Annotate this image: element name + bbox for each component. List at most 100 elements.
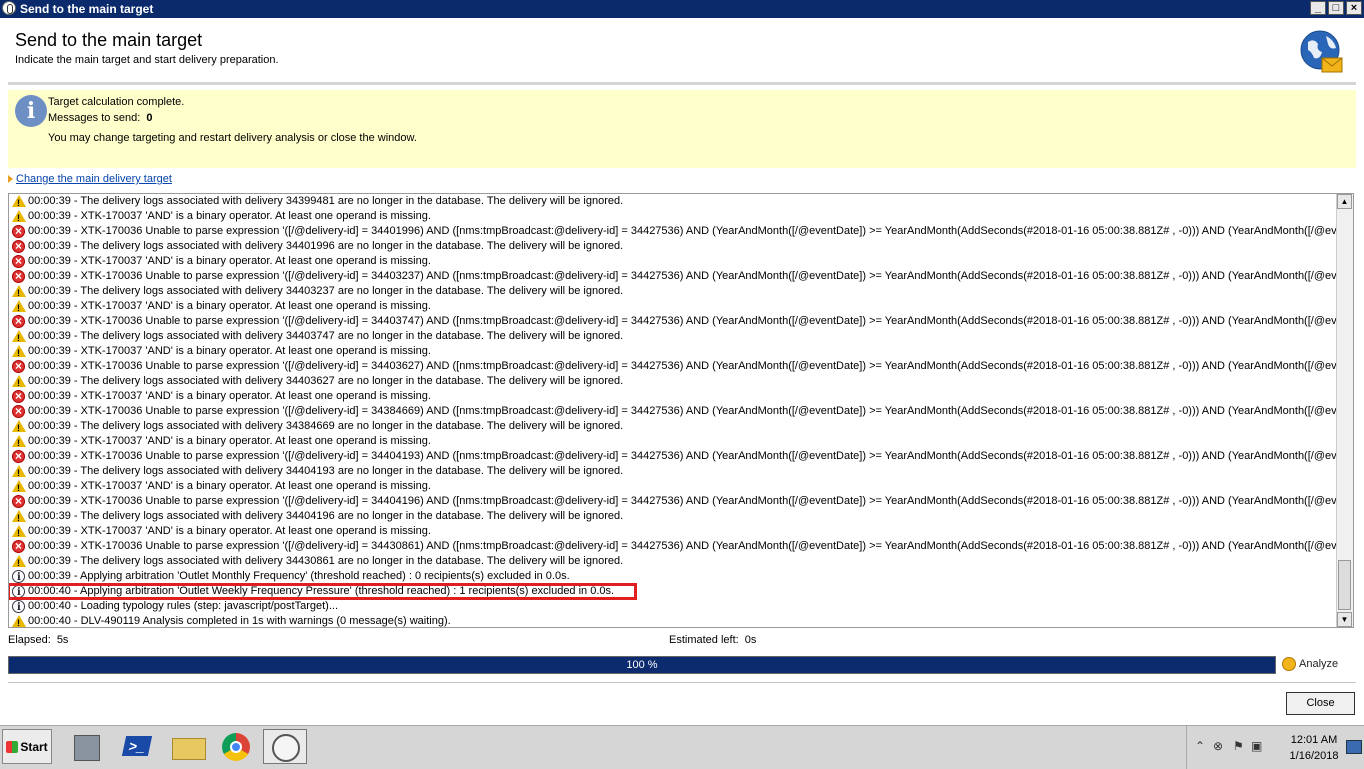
warning-icon bbox=[12, 420, 26, 436]
log-text: 00:00:39 - The delivery logs associated … bbox=[28, 420, 624, 432]
divider bbox=[8, 682, 1356, 683]
taskbar: Start >_ ⌃ ⊗ ⚑ ▣ 12:01 AM 1/16/2018 bbox=[0, 725, 1364, 769]
log-text: 00:00:39 - The delivery logs associated … bbox=[28, 240, 624, 252]
warning-icon bbox=[12, 465, 26, 481]
clock-date: 1/16/2018 bbox=[1289, 750, 1339, 762]
warning-icon bbox=[12, 330, 26, 346]
start-button[interactable]: Start bbox=[2, 729, 52, 764]
log-line: 00:00:39 - The delivery logs associated … bbox=[9, 509, 1339, 526]
gear-icon bbox=[1282, 657, 1296, 671]
warning-icon bbox=[12, 615, 26, 627]
log-scrollbar[interactable]: ▲ ▼ bbox=[1336, 194, 1353, 627]
info-icon: i bbox=[15, 95, 47, 127]
app-icon bbox=[2, 1, 16, 15]
messages-label: Messages to send: bbox=[48, 112, 141, 124]
info-hint: You may change targeting and restart del… bbox=[48, 132, 417, 144]
log-text: 00:00:39 - XTK-170037 'AND' is a binary … bbox=[28, 435, 431, 447]
info-panel: i Target calculation complete. Messages … bbox=[8, 90, 1356, 168]
network-error-icon[interactable]: ⊗ bbox=[1213, 739, 1223, 753]
server-manager-icon[interactable] bbox=[64, 729, 108, 764]
analyze-button[interactable]: Analyze bbox=[1282, 657, 1338, 671]
log-text: 00:00:39 - The delivery logs associated … bbox=[28, 375, 624, 387]
log-line: 00:00:39 - The delivery logs associated … bbox=[9, 374, 1339, 391]
warning-icon bbox=[12, 510, 26, 526]
warning-icon bbox=[12, 300, 26, 316]
elapsed-time: Elapsed: 5s bbox=[8, 634, 68, 646]
warning-icon bbox=[12, 555, 26, 571]
action-center-flag-icon[interactable]: ⚑ bbox=[1233, 739, 1244, 753]
close-window-button[interactable]: × bbox=[1346, 1, 1362, 15]
campaign-client-icon[interactable] bbox=[263, 729, 307, 764]
warning-icon bbox=[12, 195, 26, 211]
log-text: 00:00:39 - XTK-170037 'AND' is a binary … bbox=[28, 525, 431, 537]
log-text: 00:00:39 - XTK-170036 Unable to parse ex… bbox=[28, 450, 1339, 462]
log-line: 00:00:39 - Applying arbitration 'Outlet … bbox=[9, 569, 1339, 585]
log-line: 00:00:39 - The delivery logs associated … bbox=[9, 194, 1339, 211]
explorer-folder-icon[interactable] bbox=[166, 729, 210, 764]
scroll-up-button[interactable]: ▲ bbox=[1337, 194, 1352, 209]
error-icon bbox=[12, 449, 25, 464]
log-text: 00:00:39 - The delivery logs associated … bbox=[28, 195, 624, 207]
log-line: 00:00:39 - XTK-170036 Unable to parse ex… bbox=[9, 449, 1339, 464]
show-desktop-icon[interactable] bbox=[1346, 740, 1362, 754]
page-subtitle: Indicate the main target and start deliv… bbox=[15, 54, 279, 66]
log-line: 00:00:39 - The delivery logs associated … bbox=[9, 419, 1339, 436]
show-hidden-icons-icon[interactable]: ⌃ bbox=[1195, 739, 1205, 753]
error-icon bbox=[12, 224, 25, 239]
log-text: 00:00:39 - Applying arbitration 'Outlet … bbox=[28, 570, 570, 582]
dialog-header: Send to the main target Indicate the mai… bbox=[8, 26, 1356, 85]
log-text: 00:00:39 - The delivery logs associated … bbox=[28, 330, 624, 342]
warning-icon bbox=[12, 210, 26, 226]
elapsed-value: 5s bbox=[56, 634, 69, 646]
error-icon bbox=[12, 314, 25, 329]
error-icon bbox=[12, 269, 25, 284]
chrome-icon[interactable] bbox=[214, 729, 258, 764]
scroll-down-button[interactable]: ▼ bbox=[1337, 612, 1352, 627]
log-text: 00:00:39 - XTK-170037 'AND' is a binary … bbox=[28, 210, 431, 222]
messages-value: 0 bbox=[146, 112, 153, 124]
estimated-value: 0s bbox=[744, 634, 757, 646]
log-line: 00:00:39 - XTK-170036 Unable to parse ex… bbox=[9, 314, 1339, 329]
log-text: 00:00:39 - XTK-170036 Unable to parse ex… bbox=[28, 360, 1339, 372]
maximize-button[interactable]: □ bbox=[1328, 1, 1344, 15]
log-line: 00:00:39 - XTK-170037 'AND' is a binary … bbox=[9, 524, 1339, 541]
log-line: 00:00:39 - XTK-170036 Unable to parse ex… bbox=[9, 269, 1339, 284]
log-line: 00:00:39 - The delivery logs associated … bbox=[9, 464, 1339, 481]
analyze-label: Analyze bbox=[1299, 658, 1339, 670]
log-line: 00:00:39 - XTK-170037 'AND' is a binary … bbox=[9, 299, 1339, 316]
elapsed-label: Elapsed: bbox=[8, 634, 51, 646]
log-text: 00:00:39 - XTK-170037 'AND' is a binary … bbox=[28, 345, 431, 357]
change-target-link[interactable]: Change the main delivery target bbox=[16, 173, 172, 185]
log-line: 00:00:39 - The delivery logs associated … bbox=[9, 239, 1339, 254]
log-line: 00:00:39 - XTK-170037 'AND' is a binary … bbox=[9, 389, 1339, 404]
error-icon bbox=[12, 359, 25, 374]
window-controls: _ □ × bbox=[1310, 1, 1362, 15]
info-icon bbox=[12, 600, 25, 615]
log-line: 00:00:39 - XTK-170036 Unable to parse ex… bbox=[9, 404, 1339, 419]
log-line: 00:00:39 - XTK-170037 'AND' is a binary … bbox=[9, 209, 1339, 226]
highlight-box bbox=[9, 583, 637, 600]
error-icon bbox=[12, 254, 25, 269]
close-button[interactable]: Close bbox=[1286, 692, 1355, 715]
log-text: 00:00:39 - XTK-170036 Unable to parse ex… bbox=[28, 405, 1339, 417]
clock[interactable]: 12:01 AM 1/16/2018 bbox=[1286, 732, 1342, 764]
log-text: 00:00:39 - The delivery logs associated … bbox=[28, 510, 624, 522]
clock-time: 12:01 AM bbox=[1290, 734, 1338, 746]
log-text: 00:00:39 - XTK-170037 'AND' is a binary … bbox=[28, 480, 431, 492]
log-text: 00:00:39 - XTK-170037 'AND' is a binary … bbox=[28, 390, 431, 402]
log-text: 00:00:39 - The delivery logs associated … bbox=[28, 555, 624, 567]
log-panel[interactable]: 00:00:39 - The delivery logs associated … bbox=[8, 193, 1354, 628]
log-line: 00:00:39 - XTK-170036 Unable to parse ex… bbox=[9, 494, 1339, 509]
log-line: 00:00:39 - XTK-170036 Unable to parse ex… bbox=[9, 359, 1339, 374]
network-icon[interactable]: ▣ bbox=[1251, 739, 1262, 753]
warning-icon bbox=[12, 480, 26, 496]
minimize-button[interactable]: _ bbox=[1310, 1, 1326, 15]
powershell-icon[interactable]: >_ bbox=[116, 729, 160, 764]
scroll-thumb[interactable] bbox=[1338, 560, 1351, 610]
log-text: 00:00:39 - The delivery logs associated … bbox=[28, 285, 624, 297]
window-titlebar: Send to the main target _ □ × bbox=[0, 0, 1364, 18]
warning-icon bbox=[12, 285, 26, 301]
log-text: 00:00:40 - Loading typology rules (step:… bbox=[28, 600, 339, 612]
log-line: 00:00:39 - XTK-170037 'AND' is a binary … bbox=[9, 434, 1339, 451]
log-text: 00:00:39 - The delivery logs associated … bbox=[28, 465, 624, 477]
